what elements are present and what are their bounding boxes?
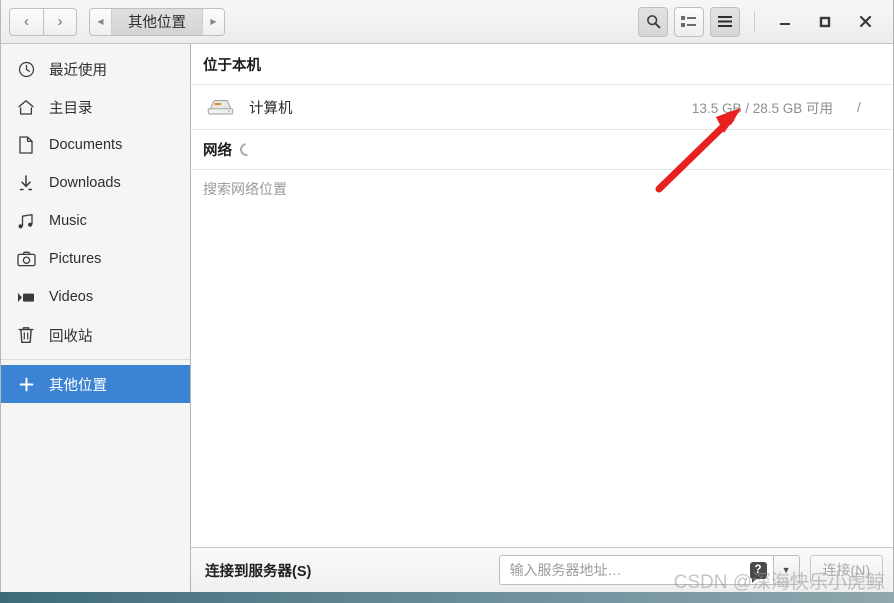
sidebar-item-label: Downloads	[49, 175, 121, 191]
forward-button[interactable]: ›	[43, 7, 77, 36]
main-menu-button[interactable]	[710, 6, 740, 37]
sidebar-item-downloads[interactable]: Downloads	[1, 164, 190, 202]
right-triangle-icon: ▶	[210, 17, 217, 26]
sidebar-item-home[interactable]: 主目录	[1, 88, 190, 126]
sidebar-item-label: Videos	[49, 289, 94, 305]
sidebar-item-other-locations[interactable]: 其他位置	[1, 365, 190, 403]
forward-icon: ›	[57, 13, 63, 30]
sidebar-item-label: 最近使用	[49, 62, 107, 79]
home-icon	[15, 97, 37, 117]
section-title-network: 网络	[191, 130, 893, 169]
server-address-dropdown-button[interactable]: ▼	[773, 555, 800, 585]
view-options-button[interactable]	[674, 6, 704, 37]
breadcrumb-label: 其他位置	[128, 15, 186, 31]
hamburger-menu-icon	[718, 16, 732, 27]
sidebar-item-label: Music	[49, 213, 87, 229]
content-area: 位于本机 计算机 13.5 GB / 28.5 GB 可用 / 网络 搜索网络位…	[191, 44, 893, 592]
header-divider	[754, 10, 755, 33]
search-button[interactable]	[638, 6, 668, 37]
sidebar-item-label: 回收站	[49, 328, 93, 345]
download-icon	[15, 173, 37, 193]
search-icon	[646, 15, 660, 29]
chevron-down-icon: ▼	[781, 565, 791, 575]
connect-button-label: 连接(N)	[822, 562, 870, 578]
back-button[interactable]: ‹	[9, 7, 43, 36]
sidebar-item-label: 其他位置	[49, 377, 107, 394]
minimize-icon	[780, 22, 790, 25]
sidebar-item-label: Pictures	[49, 251, 102, 267]
back-icon: ‹	[24, 13, 29, 30]
place-mount-point: /	[857, 99, 861, 115]
camera-icon	[15, 249, 37, 269]
breadcrumb-scroll-right-icon[interactable]: ▶	[202, 8, 224, 35]
places-list: 位于本机 计算机 13.5 GB / 28.5 GB 可用 / 网络 搜索网络位…	[191, 44, 893, 547]
sidebar-item-documents[interactable]: Documents	[1, 126, 190, 164]
connect-to-server-bar: 连接到服务器(S) 输入服务器地址… ? ▼ 连接(N) CSDN @深海快乐小…	[191, 547, 893, 592]
breadcrumb: ◀ 其他位置 ▶	[89, 7, 225, 36]
navigation-buttons: ‹ ›	[9, 7, 77, 36]
list-view-icon	[681, 16, 696, 27]
sidebar-item-pictures[interactable]: Pictures	[1, 240, 190, 278]
maximize-button[interactable]	[805, 5, 845, 39]
video-icon	[15, 287, 37, 307]
header-bar: ‹ › ◀ 其他位置 ▶	[1, 0, 893, 44]
sidebar-item-videos[interactable]: Videos	[1, 278, 190, 316]
left-triangle-icon: ◀	[97, 17, 104, 26]
place-row-computer[interactable]: 计算机 13.5 GB / 28.5 GB 可用 /	[191, 85, 893, 129]
place-free-space: 13.5 GB / 28.5 GB 可用	[691, 101, 833, 116]
file-manager-window: ‹ › ◀ 其他位置 ▶ 最近使用 主目录 Documents Download…	[0, 0, 894, 592]
breadcrumb-scroll-left-icon[interactable]: ◀	[90, 8, 112, 35]
music-icon	[15, 211, 37, 231]
close-icon	[859, 15, 871, 28]
sidebar-divider	[1, 359, 190, 360]
minimize-button[interactable]	[765, 5, 805, 39]
sidebar-item-trash[interactable]: 回收站	[1, 316, 190, 354]
trash-icon	[15, 325, 37, 345]
connect-button[interactable]: 连接(N)	[809, 555, 883, 585]
loading-spinner-icon	[237, 140, 256, 159]
help-icon[interactable]: ?	[749, 561, 767, 583]
window-body: 最近使用 主目录 Documents Downloads Music Pictu…	[1, 44, 893, 592]
hard-drive-icon	[203, 97, 237, 117]
maximize-icon	[819, 16, 831, 27]
sidebar: 最近使用 主目录 Documents Downloads Music Pictu…	[1, 44, 191, 592]
header-actions	[632, 5, 885, 39]
server-address-input[interactable]: 输入服务器地址… ?	[498, 555, 774, 585]
network-label: 网络	[203, 143, 232, 159]
connect-to-server-label: 连接到服务器(S)	[205, 563, 312, 580]
plus-icon	[15, 374, 37, 394]
sidebar-item-label: 主目录	[49, 100, 93, 117]
clock-icon	[15, 59, 37, 79]
sidebar-item-recent[interactable]: 最近使用	[1, 50, 190, 88]
server-address-group: 输入服务器地址… ? ▼	[498, 555, 800, 585]
breadcrumb-item-other-locations[interactable]: 其他位置	[112, 8, 202, 35]
network-empty-message: 搜索网络位置	[203, 181, 287, 197]
server-address-placeholder: 输入服务器地址…	[509, 562, 622, 578]
close-button[interactable]	[845, 5, 885, 39]
desktop-background	[0, 592, 894, 603]
section-title-on-this-computer: 位于本机	[203, 58, 261, 74]
sidebar-item-label: Documents	[49, 137, 123, 153]
document-icon	[15, 135, 37, 155]
sidebar-item-music[interactable]: Music	[1, 202, 190, 240]
place-name: 计算机	[249, 100, 293, 117]
